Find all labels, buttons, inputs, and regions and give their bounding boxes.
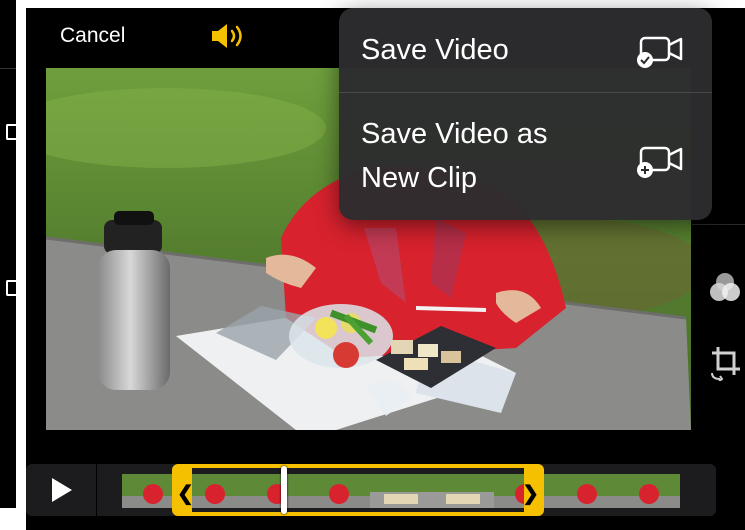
timeline-frame xyxy=(618,474,680,508)
menu-item-label-line-2: New Clip xyxy=(361,162,478,194)
trim-selection[interactable]: ❮ ❯ xyxy=(172,464,544,516)
playhead[interactable] xyxy=(281,466,287,514)
save-new-clip-icon xyxy=(637,146,683,178)
menu-item-label: Save Video xyxy=(361,34,509,66)
previous-screen-edge xyxy=(0,0,16,508)
trim-end-handle[interactable]: ❯ xyxy=(522,481,539,506)
save-video-icon xyxy=(637,36,683,68)
save-as-new-clip-menu-item[interactable]: Save Video as New Clip xyxy=(339,93,712,220)
cancel-button[interactable]: Cancel xyxy=(60,24,125,48)
partial-icon xyxy=(6,124,16,140)
save-video-menu-item[interactable]: Save Video xyxy=(339,8,712,92)
menu-item-label-line-1: Save Video as xyxy=(361,118,548,150)
partial-icon xyxy=(6,280,16,296)
divider xyxy=(0,68,16,69)
play-icon[interactable] xyxy=(26,464,97,516)
timeline-frame xyxy=(556,474,618,508)
trim-start-handle[interactable]: ❮ xyxy=(177,481,194,506)
trim-timeline: ❮ ❯ xyxy=(26,464,716,516)
crop-rotate-icon[interactable] xyxy=(708,343,742,381)
filters-icon[interactable] xyxy=(708,271,742,305)
save-options-menu: Save Video Save Video as New Clip xyxy=(339,8,712,220)
speaker-icon[interactable] xyxy=(210,22,250,50)
divider xyxy=(692,224,745,225)
